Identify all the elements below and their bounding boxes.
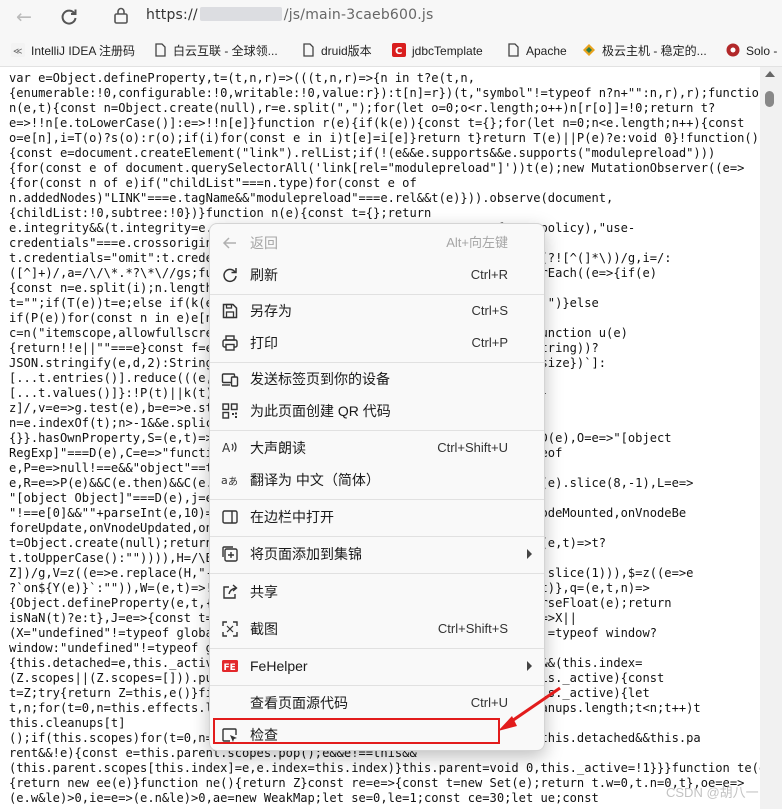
redacted-host	[199, 7, 282, 21]
bookmarks-bar: ≪ IntelliJ IDEA 注册码 白云互联 - 全球领... druid版本…	[0, 34, 782, 67]
menu-item-label: 共享	[250, 584, 278, 600]
bookmark-label: IntelliJ IDEA 注册码	[31, 44, 136, 58]
address-bar[interactable]: https:// /js/main-3caeb600.js	[146, 7, 433, 23]
fehelper-icon: FE	[221, 657, 239, 675]
refresh-icon	[221, 266, 239, 284]
reload-icon[interactable]	[56, 4, 82, 30]
menu-item-label: 将页面添加到集锦	[250, 546, 362, 562]
save-icon	[221, 302, 239, 320]
vertical-scrollbar[interactable]	[760, 67, 782, 809]
menu-separator	[210, 536, 544, 537]
sidebar-icon	[221, 508, 239, 526]
url-prefix: https://	[146, 7, 198, 23]
svg-text:≪: ≪	[13, 47, 22, 57]
bookmark-label: jdbcTemplate	[412, 44, 483, 58]
printer-icon	[221, 334, 239, 352]
translate-icon: aあ	[221, 471, 239, 489]
menu-item-print[interactable]: 打印 Ctrl+P	[210, 328, 544, 358]
menu-item-shortcut: Ctrl+S	[471, 303, 508, 318]
bookmark-druid[interactable]: druid版本	[301, 42, 372, 60]
bookmark-label: 白云互联 - 全球领...	[173, 44, 278, 58]
menu-item-open-sidebar[interactable]: 在边栏中打开	[210, 502, 544, 532]
menu-item-label: 返回	[250, 235, 278, 251]
menu-separator	[210, 362, 544, 363]
menu-item-label: 查看页面源代码	[250, 695, 348, 711]
intellij-icon: ≪	[11, 43, 25, 57]
menu-item-label: 在边栏中打开	[250, 509, 334, 525]
bookmark-baiyun[interactable]: 白云互联 - 全球领...	[153, 42, 278, 60]
menu-separator	[210, 573, 544, 574]
menu-item-screenshot[interactable]: 截图 Ctrl+Shift+S	[210, 614, 544, 644]
bookmark-label: Solo -	[746, 44, 778, 58]
screenshot-icon	[221, 620, 239, 638]
menu-item-shortcut: Ctrl+Shift+U	[437, 440, 508, 455]
menu-item-qr-code[interactable]: 为此页面创建 QR 代码	[210, 396, 544, 426]
menu-item-label: 刷新	[250, 267, 278, 283]
menu-item-label: 为此页面创建 QR 代码	[250, 403, 391, 419]
back-arrow-icon[interactable]: ←	[11, 4, 37, 30]
page-icon	[153, 43, 167, 57]
svg-text:C: C	[395, 46, 402, 57]
qr-code-icon	[221, 402, 239, 420]
bookmark-label: Apache	[526, 44, 567, 58]
bookmark-label: druid版本	[321, 44, 372, 58]
scroll-up-arrow-icon[interactable]	[765, 71, 775, 77]
menu-item-save-as[interactable]: 另存为 Ctrl+S	[210, 296, 544, 326]
svg-text:あ: あ	[228, 476, 238, 488]
read-aloud-icon: A	[221, 439, 239, 457]
menu-item-label: 大声朗读	[250, 440, 306, 456]
menu-separator	[210, 294, 544, 295]
lock-icon[interactable]	[113, 6, 129, 24]
watermark: CSDN @胡八一	[666, 785, 759, 800]
menu-item-add-to-collections[interactable]: 将页面添加到集锦	[210, 539, 544, 569]
svg-text:A: A	[222, 441, 231, 455]
menu-item-label: 截图	[250, 621, 278, 637]
svg-text:a: a	[221, 474, 228, 487]
menu-separator	[210, 430, 544, 431]
menu-item-shortcut: Ctrl+Shift+S	[437, 621, 508, 636]
menu-item-refresh[interactable]: 刷新 Ctrl+R	[210, 260, 544, 290]
menu-item-label: 发送标签页到你的设备	[250, 371, 390, 387]
bookmark-intellij[interactable]: ≪ IntelliJ IDEA 注册码	[11, 42, 135, 60]
menu-separator	[210, 648, 544, 649]
bookmark-jdbctemplate[interactable]: CjdbcTemplate	[392, 42, 483, 60]
menu-item-translate[interactable]: aあ 翻译为 中文（简体）	[210, 465, 544, 495]
menu-item-shortcut: Ctrl+P	[471, 335, 508, 350]
submenu-arrow-icon	[527, 549, 532, 559]
context-menu: 返回 Alt+向左键 刷新 Ctrl+R 另存为 Ctrl+S 打印 Ctrl+…	[209, 223, 545, 751]
browser-toolbar: ← https:// /js/main-3caeb600.js	[0, 0, 782, 34]
jdbc-icon: C	[392, 43, 406, 57]
page-icon	[301, 43, 315, 57]
send-to-device-icon	[221, 370, 239, 388]
url-path: /js/main-3caeb600.js	[283, 7, 434, 23]
bookmark-label: 极云主机 - 稳定的...	[602, 44, 707, 58]
solo-icon	[726, 43, 740, 57]
menu-item-back[interactable]: 返回 Alt+向左键	[210, 228, 544, 258]
menu-item-shortcut: Alt+向左键	[446, 235, 508, 250]
menu-item-fehelper[interactable]: FE FeHelper	[210, 651, 544, 681]
bookmark-solo[interactable]: Solo -	[726, 42, 777, 60]
menu-item-read-aloud[interactable]: A 大声朗读 Ctrl+Shift+U	[210, 433, 544, 463]
menu-item-shortcut: Ctrl+R	[470, 267, 508, 282]
menu-item-share[interactable]: 共享	[210, 577, 544, 607]
back-arrow-icon	[221, 234, 239, 252]
page-icon	[506, 43, 520, 57]
menu-item-label: 翻译为 中文（简体）	[250, 472, 380, 488]
share-icon	[221, 583, 239, 601]
menu-item-send-tab[interactable]: 发送标签页到你的设备	[210, 364, 544, 394]
collections-icon	[221, 545, 239, 563]
bookmark-apache[interactable]: Apache	[506, 42, 567, 60]
scrollbar-thumb[interactable]	[765, 91, 774, 107]
menu-item-label: FeHelper	[250, 658, 308, 674]
menu-separator	[210, 499, 544, 500]
bookmark-jiyun[interactable]: 极云主机 - 稳定的...	[582, 42, 707, 60]
annotation-arrow-icon	[498, 686, 561, 731]
jiyun-icon	[582, 43, 596, 57]
menu-item-label: 打印	[250, 335, 278, 351]
svg-text:FE: FE	[224, 663, 236, 673]
menu-item-label: 另存为	[250, 303, 292, 319]
annotation-highlight-box	[213, 718, 500, 744]
submenu-arrow-icon	[527, 661, 532, 671]
